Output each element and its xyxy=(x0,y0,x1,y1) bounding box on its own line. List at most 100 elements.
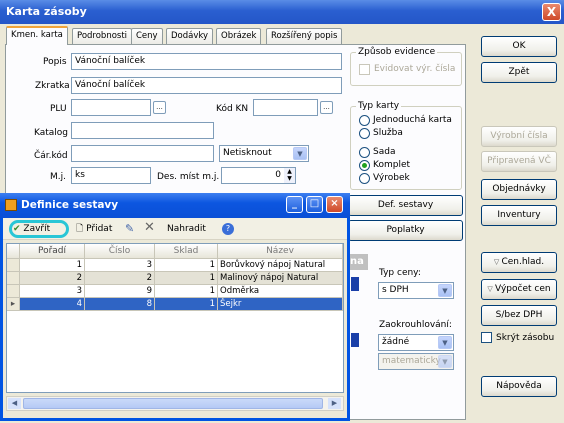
pripravena-vc-button[interactable]: Připravená VČ xyxy=(481,151,557,172)
zpusob-evidence-title: Způsob evidence xyxy=(356,47,438,57)
typ-ceny-select[interactable]: s DPH ▼ xyxy=(378,282,454,299)
plu-input[interactable] xyxy=(71,99,151,116)
tab-kmen-karta[interactable]: Kmen. karta xyxy=(6,26,68,45)
row-indicator-header xyxy=(7,244,20,259)
table-cell: 1 xyxy=(155,298,218,311)
pridat-button[interactable]: 🗋 Přidat xyxy=(76,222,112,236)
kodkn-input[interactable] xyxy=(253,99,318,116)
zaokrouhlovani-mode-select[interactable]: matematicky ▼ xyxy=(378,353,454,370)
typ-ceny-value: s DPH xyxy=(382,285,409,295)
radio-sluzba[interactable] xyxy=(359,128,370,139)
table-cell: Odměrka xyxy=(218,285,343,298)
carkod-input[interactable] xyxy=(71,145,214,162)
chevron-down-icon[interactable]: ▼ xyxy=(293,147,307,160)
napoveda-button[interactable]: Nápověda xyxy=(481,376,557,397)
plu-ellipsis-button[interactable]: ... xyxy=(153,101,166,114)
scroll-right-icon[interactable]: ▶ xyxy=(328,398,341,409)
nahradit-button[interactable]: Nahradit xyxy=(167,222,206,236)
column-header-nazev[interactable]: Název xyxy=(218,244,343,259)
radio-komplet[interactable] xyxy=(359,160,370,171)
app-icon xyxy=(5,199,17,211)
scrollbar-thumb[interactable] xyxy=(23,398,323,409)
tab-obrazek[interactable]: Obrázek xyxy=(216,28,262,44)
chevron-down-icon[interactable]: ▼ xyxy=(438,284,452,297)
ceny-stepper-partial[interactable] xyxy=(351,277,359,291)
edit-icon[interactable]: ✎ xyxy=(125,222,134,236)
table-cell: Malinový nápoj Natural xyxy=(218,272,343,285)
tab-dodavky[interactable]: Dodávky xyxy=(166,28,214,44)
kodkn-ellipsis-button[interactable]: ... xyxy=(320,101,333,114)
row-indicator xyxy=(7,285,20,298)
radio-jednoducha-karta[interactable] xyxy=(359,115,370,126)
table-cell: 9 xyxy=(85,285,155,298)
carkod-select[interactable]: Netisknout ▼ xyxy=(219,145,309,162)
help-icon[interactable]: ? xyxy=(222,223,234,235)
radio-sada[interactable] xyxy=(359,147,370,158)
objednavky-button[interactable]: Objednávky xyxy=(481,179,557,200)
radio-komplet-label: Komplet xyxy=(373,160,411,170)
ceny-stepper-partial-2[interactable] xyxy=(351,333,359,347)
maximize-icon[interactable]: □ xyxy=(306,196,323,213)
zavrit-button[interactable]: ✔ Zavřít xyxy=(13,222,50,236)
zaokrouhlovani-label: Zaokrouhlování: xyxy=(379,320,452,330)
cen-hlad-button[interactable]: ▽ Cen.hlad. xyxy=(481,252,557,273)
radio-vyrobek-label: Výrobek xyxy=(373,173,410,183)
pridat-label: Přidat xyxy=(86,224,113,234)
zaokrouhlovani-mode-value: matematicky xyxy=(382,356,441,366)
table-row[interactable]: 1 3 1 Borůvkový nápoj Natural xyxy=(7,259,343,272)
table-cell: Šejkr xyxy=(218,298,343,311)
scroll-left-icon[interactable]: ◀ xyxy=(8,398,21,409)
definice-grid: Pořadí Číslo Sklad Název 1 3 1 Borůvkový ná… xyxy=(6,243,344,393)
radio-vyrobek[interactable] xyxy=(359,173,370,184)
table-cell: 2 xyxy=(20,272,85,285)
vyrobni-cisla-button[interactable]: Výrobní čísla xyxy=(481,126,557,147)
definice-title: Definice sestavy xyxy=(21,199,119,211)
desmist-spinner[interactable]: ▲ ▼ xyxy=(284,168,295,183)
inventury-button[interactable]: Inventury xyxy=(481,205,557,226)
s-bez-dph-button[interactable]: S/bez DPH xyxy=(481,305,557,326)
chevron-down-icon[interactable]: ▼ xyxy=(438,355,452,368)
typ-ceny-label: Typ ceny: xyxy=(379,268,421,278)
ok-button[interactable]: OK xyxy=(481,36,557,57)
katalog-input[interactable] xyxy=(71,122,214,139)
table-cell: 3 xyxy=(85,259,155,272)
table-cell: 1 xyxy=(155,285,218,298)
zaokrouhlovani-value: žádné xyxy=(382,337,410,347)
column-header-sklad[interactable]: Sklad xyxy=(155,244,218,259)
minimize-icon[interactable]: _ xyxy=(286,196,303,213)
def-sestavy-button[interactable]: Def. sestavy xyxy=(348,195,463,216)
table-row[interactable]: ▸ 4 8 1 Šejkr xyxy=(7,298,343,311)
window-close-button[interactable]: X xyxy=(542,3,561,21)
vypocet-cen-button[interactable]: ▽ Výpočet cen xyxy=(481,279,557,300)
chevron-down-icon[interactable]: ▼ xyxy=(438,336,452,349)
zaokrouhlovani-select[interactable]: žádné ▼ xyxy=(378,334,454,351)
popis-input[interactable]: Vánoční balíček xyxy=(71,53,342,70)
skryt-zasobu-checkbox[interactable] xyxy=(481,332,492,343)
row-indicator xyxy=(7,259,20,272)
table-row[interactable]: 3 9 1 Odměrka xyxy=(7,285,343,298)
row-pointer-icon: ▸ xyxy=(7,298,20,311)
window-title: Karta zásoby xyxy=(6,5,87,18)
evidovat-checkbox[interactable] xyxy=(359,64,370,75)
table-cell: 2 xyxy=(85,272,155,285)
column-header-poradi[interactable]: Pořadí xyxy=(20,244,85,259)
tab-rozsireny-popis[interactable]: Rozšířený popis xyxy=(266,28,343,44)
close-icon[interactable]: × xyxy=(326,196,343,213)
tab-ceny[interactable]: Ceny xyxy=(131,28,163,44)
window-titlebar: Karta zásoby X xyxy=(0,0,564,24)
plu-label: PLU xyxy=(50,104,67,114)
tab-podrobnosti[interactable]: Podrobnosti xyxy=(72,28,133,44)
poplatky-button[interactable]: Poplatky xyxy=(348,220,463,241)
radio-sada-label: Sada xyxy=(373,147,396,157)
definice-sestavy-window: Definice sestavy _ □ × ✔ Zavřít 🗋 Přidat… xyxy=(0,193,350,421)
table-row[interactable]: 2 2 1 Malinový nápoj Natural xyxy=(7,272,343,285)
table-cell: 4 xyxy=(20,298,85,311)
zkratka-input[interactable]: Vánoční balíček xyxy=(71,77,342,94)
zpet-button[interactable]: Zpět xyxy=(481,62,557,83)
evidovat-checkbox-label: Evidovat výr. čísla xyxy=(374,64,456,74)
horizontal-scrollbar[interactable]: ◀ ▶ xyxy=(6,396,344,411)
mj-input[interactable]: ks xyxy=(71,167,151,184)
zavrit-label: Zavřít xyxy=(23,224,51,234)
delete-icon[interactable]: ✕ xyxy=(144,221,155,235)
column-header-cislo[interactable]: Číslo xyxy=(85,244,155,259)
